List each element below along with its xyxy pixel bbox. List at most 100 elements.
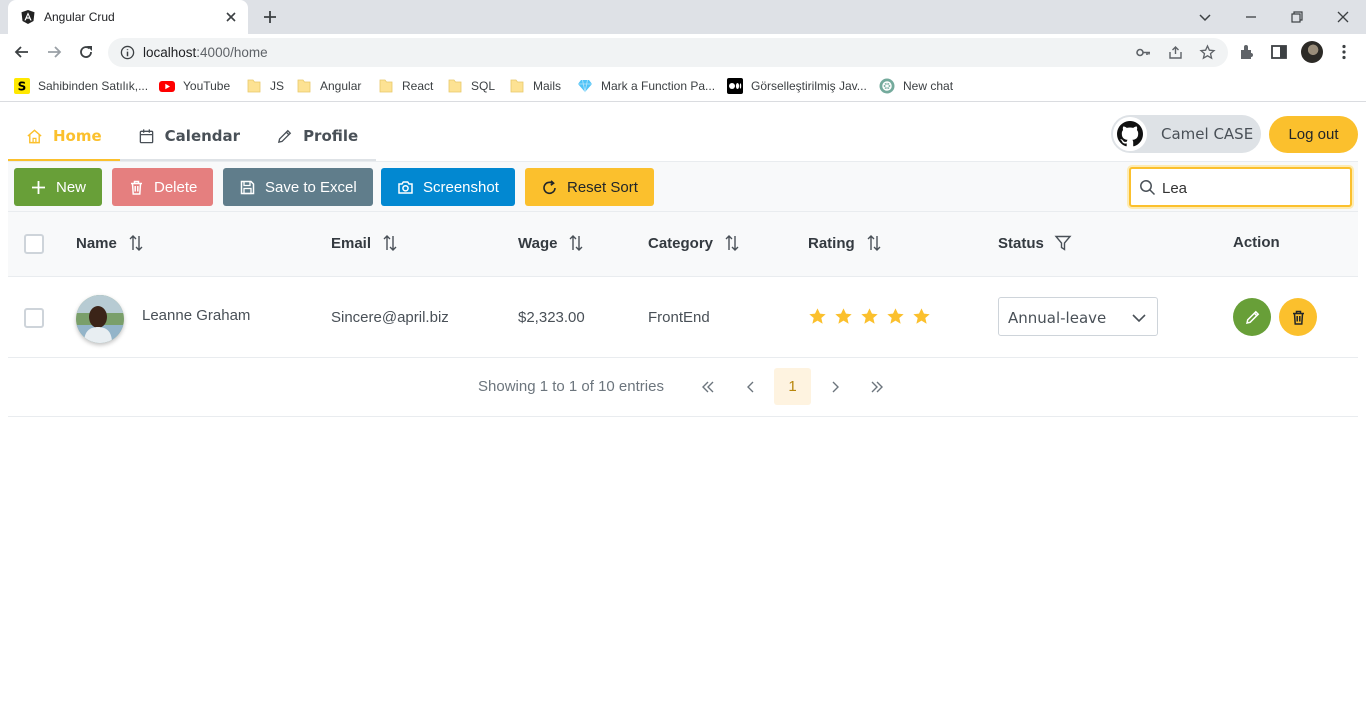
column-email[interactable]: Email [331, 234, 399, 252]
sort-icon [867, 235, 881, 251]
avatar [76, 295, 124, 343]
kebab-menu-icon[interactable] [1334, 42, 1354, 62]
bookmark-item[interactable]: Angular [296, 77, 361, 95]
tab-profile[interactable]: Profile [258, 113, 376, 159]
site-info-icon[interactable] [120, 45, 135, 60]
first-page-button[interactable] [689, 368, 726, 405]
back-icon[interactable] [12, 42, 32, 62]
trash-icon [131, 180, 142, 195]
bookmark-item[interactable]: JS [246, 77, 284, 95]
star-icon[interactable] [912, 307, 931, 326]
column-category-label: Category [648, 234, 714, 252]
medium-icon [727, 78, 743, 94]
bookmark-star-icon[interactable] [1199, 44, 1216, 61]
next-page-button[interactable] [816, 368, 853, 405]
column-name-label: Name [76, 234, 117, 252]
page-button-current[interactable]: 1 [774, 368, 811, 405]
row-wage: $2,323.00 [518, 309, 585, 326]
omnibox[interactable]: localhost:4000/home [108, 38, 1228, 67]
bookmark-item[interactable]: YouTube [159, 77, 230, 95]
plus-icon [32, 180, 45, 194]
row-checkbox[interactable] [24, 308, 44, 328]
status-dropdown[interactable]: Annual-leave [998, 297, 1158, 336]
column-name[interactable]: Name [76, 234, 145, 252]
table-header: Name Email Wage Category Rating Status A… [8, 212, 1358, 277]
bookmark-item[interactable]: SQL [447, 77, 495, 95]
paginator-info: Showing 1 to 1 of 10 entries [478, 378, 664, 395]
column-email-label: Email [331, 234, 372, 252]
pencil-icon [1245, 310, 1259, 324]
refresh-icon [543, 179, 556, 194]
prev-page-button[interactable] [732, 368, 769, 405]
restore-icon[interactable] [1287, 7, 1307, 27]
column-wage[interactable]: Wage [518, 234, 585, 252]
save-to-excel-button[interactable]: Save to Excel [223, 168, 373, 206]
bookmark-item[interactable]: Mark a Function Pa... [577, 77, 715, 95]
filter-icon[interactable] [1054, 234, 1072, 252]
person-photo [76, 295, 124, 343]
search-input[interactable] [1162, 178, 1342, 198]
side-panel-icon[interactable] [1269, 42, 1289, 62]
sort-icon [129, 235, 143, 251]
column-action-label: Action [1233, 234, 1280, 251]
key-icon[interactable] [1135, 44, 1152, 61]
reload-icon[interactable] [76, 42, 96, 62]
last-page-button[interactable] [858, 368, 895, 405]
table-toolbar: New Delete Save to Excel Screenshot Rese… [8, 161, 1358, 212]
table-row: Leanne Graham Sincere@april.biz $2,323.0… [8, 277, 1358, 358]
extensions-icon[interactable] [1237, 42, 1257, 62]
minimize-icon[interactable] [1241, 7, 1261, 27]
tab-home[interactable]: Home [8, 113, 120, 161]
edit-button[interactable] [1233, 298, 1271, 336]
diamond-icon [578, 79, 592, 93]
star-icon[interactable] [860, 307, 879, 326]
bookmark-item[interactable]: React [378, 77, 433, 95]
share-icon[interactable] [1167, 44, 1184, 61]
chevron-right-icon [832, 381, 839, 392]
star-icon[interactable] [808, 307, 827, 326]
row-category: FrontEnd [648, 309, 710, 326]
profile-avatar[interactable] [1301, 41, 1323, 63]
sort-icon [569, 235, 583, 251]
bookmark-item[interactable]: S Sahibinden Satılık,... [14, 77, 148, 95]
screenshot-button[interactable]: Screenshot [381, 168, 515, 206]
sort-icon [725, 235, 739, 251]
tab-calendar[interactable]: Calendar [120, 113, 258, 159]
star-icon[interactable] [886, 307, 905, 326]
home-icon [27, 128, 42, 143]
reset-sort-label: Reset Sort [567, 178, 638, 196]
sahibinden-icon: S [14, 78, 30, 94]
github-username: Camel CASE [1161, 125, 1254, 143]
trash-icon [1292, 310, 1304, 325]
star-icon[interactable] [834, 307, 853, 326]
url-text: localhost:4000/home [143, 45, 268, 60]
new-button[interactable]: New [14, 168, 103, 206]
select-all-checkbox[interactable] [24, 234, 44, 254]
column-status: Status [998, 234, 1072, 252]
new-tab-icon[interactable] [261, 8, 279, 26]
app-root: Home Calendar Profile Camel CASE Log out… [0, 103, 1366, 728]
paginator: Showing 1 to 1 of 10 entries 1 [8, 358, 1358, 417]
delete-row-button[interactable] [1279, 298, 1317, 336]
new-button-label: New [56, 178, 87, 196]
close-window-icon[interactable] [1333, 7, 1353, 27]
bookmark-item[interactable]: Mails [509, 77, 561, 95]
bookmark-item[interactable]: New chat [879, 77, 953, 95]
delete-button-label: Delete [154, 178, 198, 196]
close-tab-icon[interactable] [223, 9, 239, 25]
folder-icon [379, 79, 393, 93]
tab-search-icon[interactable] [1195, 7, 1215, 27]
column-category[interactable]: Category [648, 234, 741, 252]
rating-stars[interactable] [808, 307, 931, 326]
bookmark-item[interactable]: Görselleştirilmiş Jav... [727, 77, 867, 95]
github-chip[interactable]: Camel CASE [1111, 115, 1261, 153]
forward-icon[interactable] [44, 42, 64, 62]
angular-icon [21, 10, 35, 24]
delete-button[interactable]: Delete [112, 168, 214, 206]
browser-tab[interactable]: Angular Crud [8, 0, 248, 34]
column-rating[interactable]: Rating [808, 234, 883, 252]
logout-button[interactable]: Log out [1269, 116, 1358, 153]
global-search[interactable] [1129, 167, 1352, 207]
calendar-icon [139, 128, 153, 143]
reset-sort-button[interactable]: Reset Sort [525, 168, 654, 206]
